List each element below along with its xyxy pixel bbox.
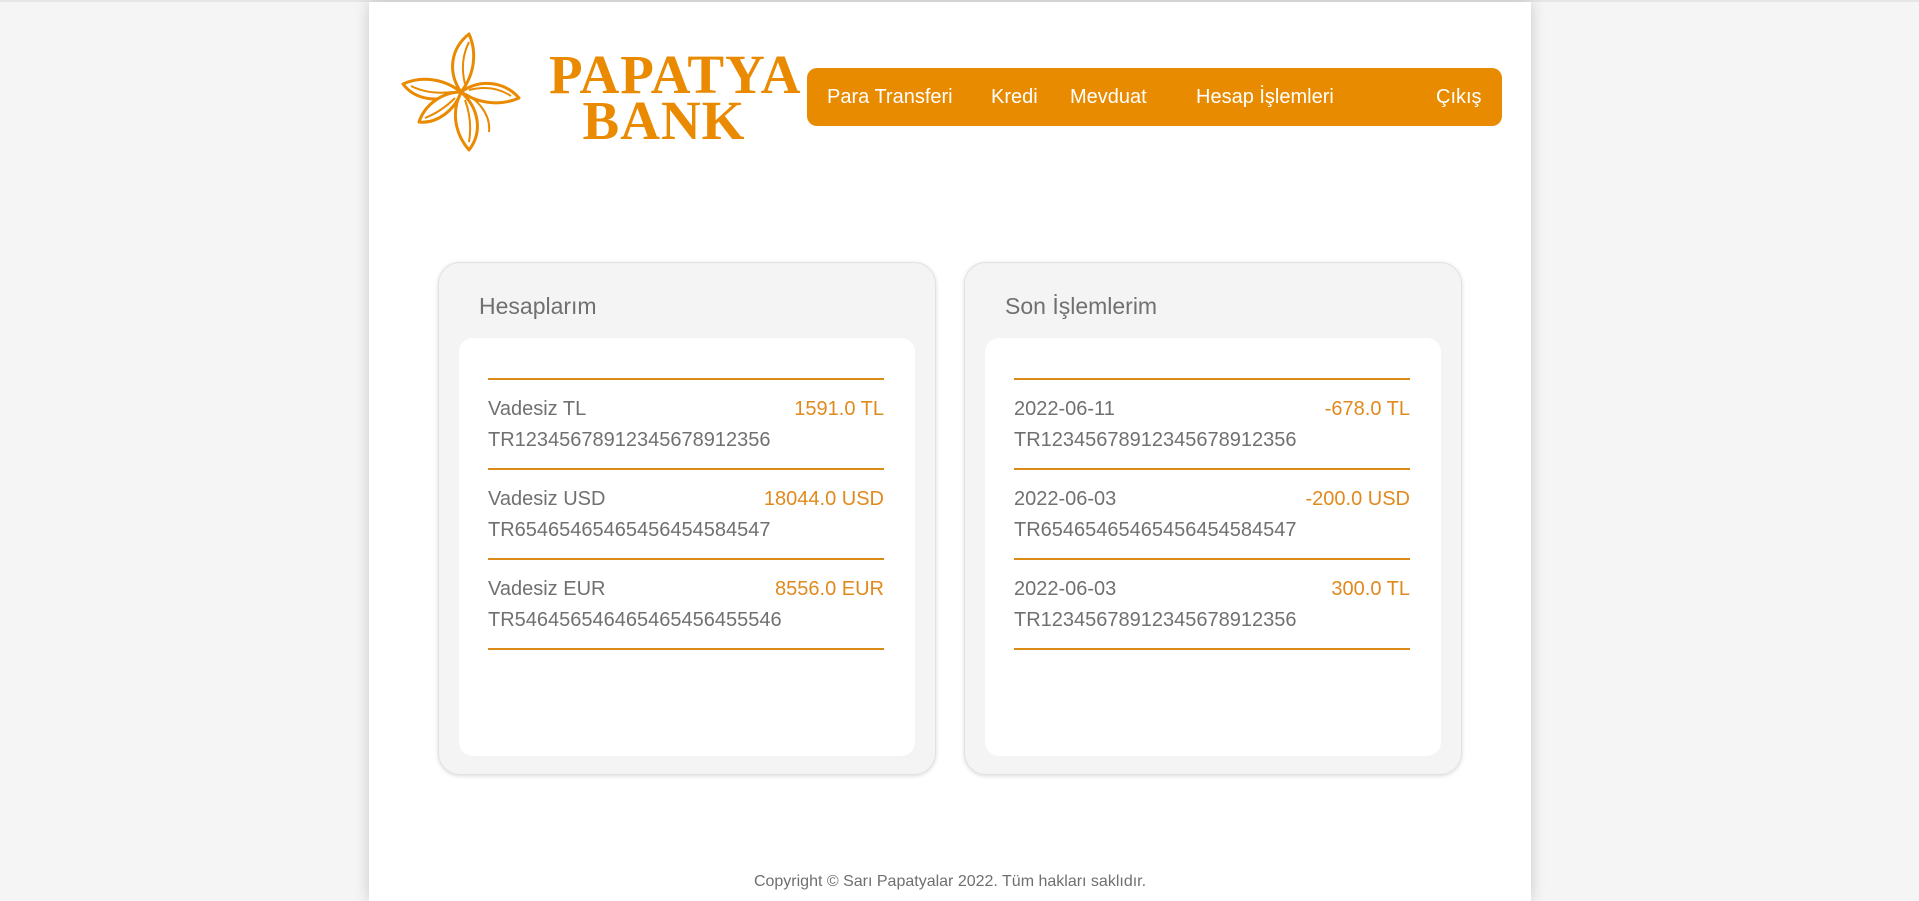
account-name: Vadesiz TL <box>488 398 587 420</box>
account-row[interactable]: Vadesiz TL 1591.0 TL TR12345678912345678… <box>488 398 884 458</box>
divider <box>488 648 884 650</box>
account-iban: TR546456546465465456455546 <box>488 609 782 631</box>
daisy-flower-icon <box>401 32 521 152</box>
divider <box>1014 558 1410 560</box>
transaction-row[interactable]: 2022-06-03 -200.0 USD TR6546546546545645… <box>1014 488 1410 548</box>
transaction-amount: 300.0 TL <box>1331 578 1410 600</box>
transactions-card: Son İşlemlerim 2022-06-11 -678.0 TL TR12… <box>964 262 1462 775</box>
transaction-iban: TR65465465465456454584547 <box>1014 519 1297 541</box>
transactions-title: Son İşlemlerim <box>1005 293 1158 319</box>
account-name: Vadesiz EUR <box>488 578 606 600</box>
account-iban: TR65465465465456454584547 <box>488 519 771 541</box>
account-iban: TR12345678912345678912356 <box>488 429 771 451</box>
account-row[interactable]: Vadesiz USD 18044.0 USD TR65465465465456… <box>488 488 884 548</box>
transaction-iban: TR12345678912345678912356 <box>1014 609 1297 631</box>
transaction-date: 2022-06-11 <box>1014 398 1115 420</box>
account-row[interactable]: Vadesiz EUR 8556.0 EUR TR546456546465465… <box>488 578 884 638</box>
page-container: PAPATYA BANK Para Transferi Kredi Mevdua… <box>369 2 1531 901</box>
transactions-list: 2022-06-11 -678.0 TL TR12345678912345678… <box>985 338 1441 756</box>
divider <box>488 378 884 380</box>
transaction-iban: TR12345678912345678912356 <box>1014 429 1297 451</box>
nav-hesap-islemleri[interactable]: Hesap İşlemleri <box>1196 68 1334 126</box>
account-name: Vadesiz USD <box>488 488 606 510</box>
transaction-row[interactable]: 2022-06-11 -678.0 TL TR12345678912345678… <box>1014 398 1410 458</box>
transaction-date: 2022-06-03 <box>1014 578 1117 600</box>
brand-name: PAPATYA BANK <box>549 47 800 151</box>
divider <box>488 468 884 470</box>
divider <box>488 558 884 560</box>
transaction-amount: -678.0 TL <box>1324 398 1410 420</box>
nav-kredi[interactable]: Kredi <box>991 68 1038 126</box>
account-balance: 18044.0 USD <box>763 488 884 510</box>
transaction-row[interactable]: 2022-06-03 300.0 TL TR123456789123456789… <box>1014 578 1410 638</box>
bank-logo[interactable]: PAPATYA BANK <box>399 30 800 162</box>
transaction-amount: -200.0 USD <box>1305 488 1411 510</box>
account-balance: 1591.0 TL <box>794 398 884 420</box>
logout-link[interactable]: Çıkış <box>1436 68 1482 126</box>
nav-para-transferi[interactable]: Para Transferi <box>827 68 953 126</box>
divider <box>1014 468 1410 470</box>
nav-mevduat[interactable]: Mevduat <box>1070 68 1147 126</box>
accounts-card: Hesaplarım Vadesiz TL 1591.0 TL TR123456… <box>438 262 936 775</box>
copyright-footer: Copyright © Sarı Papatyalar 2022. Tüm ha… <box>753 873 1147 890</box>
divider <box>1014 648 1410 650</box>
transaction-date: 2022-06-03 <box>1014 488 1117 510</box>
brand-line-2: BANK <box>582 90 746 151</box>
main-navbar: Para Transferi Kredi Mevduat Hesap İşlem… <box>807 68 1502 126</box>
divider <box>1014 378 1410 380</box>
account-balance: 8556.0 EUR <box>775 578 884 600</box>
accounts-title: Hesaplarım <box>479 293 597 319</box>
accounts-list: Vadesiz TL 1591.0 TL TR12345678912345678… <box>459 338 915 756</box>
